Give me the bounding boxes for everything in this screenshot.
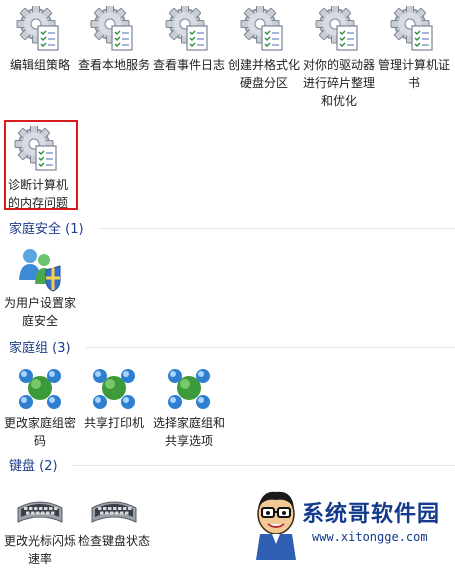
- tile-label: 查看事件日志: [153, 58, 226, 72]
- admin-tools-gear-icon: [240, 4, 288, 54]
- group-header-homegroup[interactable]: 家庭组 (3): [0, 336, 455, 356]
- group-title: 键盘 (2): [9, 459, 58, 474]
- group-header-family-safety[interactable]: 家庭安全 (1): [0, 217, 455, 237]
- admin-tools-gear-icon: [16, 4, 64, 54]
- tile-label: 管理计算机证书: [378, 58, 451, 90]
- tile-label: 检查键盘状态: [78, 534, 151, 548]
- tile-family-safety[interactable]: 为用户设置家庭安全: [4, 244, 76, 330]
- group-title: 家庭组 (3): [9, 341, 71, 356]
- watermark-url: www.xitongge.com: [312, 530, 428, 544]
- tile-view-event-logs[interactable]: 查看事件日志: [153, 4, 226, 74]
- admin-tools-gear-icon: [315, 4, 363, 54]
- tile-defragment-drives[interactable]: 对你的驱动器进行碎片整理和优化: [303, 4, 376, 110]
- tile-label: 选择家庭组和共享选项: [153, 416, 226, 448]
- homegroup-icon: [16, 364, 64, 412]
- tile-label: 更改家庭组密码: [4, 416, 77, 448]
- tile-view-local-services[interactable]: 查看本地服务: [78, 4, 151, 74]
- tile-manage-certificates[interactable]: 管理计算机证书: [378, 4, 451, 92]
- family-safety-icon: [16, 244, 64, 292]
- tile-homegroup-sharing-options[interactable]: 选择家庭组和共享选项: [153, 364, 225, 450]
- homegroup-icon: [90, 364, 138, 412]
- tile-label: 更改光标闪烁速率: [4, 534, 77, 566]
- tile-label: 创建并格式化硬盘分区: [228, 58, 301, 90]
- keyboard-icon: [90, 482, 138, 530]
- homegroup-icon: [165, 364, 213, 412]
- tile-create-format-partitions[interactable]: 创建并格式化硬盘分区: [228, 4, 301, 92]
- tile-label: 为用户设置家庭安全: [4, 296, 77, 328]
- group-divider: [72, 465, 455, 466]
- tile-label: 查看本地服务: [78, 58, 151, 72]
- tile-label: 诊断计算机的内存问题: [8, 178, 69, 210]
- admin-tools-gear-icon: [165, 4, 213, 54]
- tile-cursor-blink-rate[interactable]: 更改光标闪烁速率: [4, 482, 76, 568]
- tile-label: 对你的驱动器进行碎片整理和优化: [303, 58, 376, 108]
- group-header-keyboard[interactable]: 键盘 (2): [0, 454, 455, 474]
- group-divider: [100, 228, 455, 229]
- tile-check-keyboard-status[interactable]: 检查键盘状态: [78, 482, 150, 550]
- admin-tools-gear-icon: [390, 4, 438, 54]
- admin-tools-gear-icon: [90, 4, 138, 54]
- watermark: 系统哥软件园 www.xitongge.com: [252, 486, 455, 560]
- tile-diagnose-memory[interactable]: 诊断计算机的内存问题: [6, 124, 76, 212]
- tile-label: 编辑组策略: [9, 58, 70, 72]
- keyboard-icon: [16, 482, 64, 530]
- admin-tools-gear-icon: [14, 124, 62, 174]
- tile-share-printer[interactable]: 共享打印机: [78, 364, 150, 432]
- group-title: 家庭安全 (1): [9, 222, 84, 237]
- tile-edit-group-policy[interactable]: 编辑组策略: [4, 4, 76, 74]
- mascot-icon: [252, 488, 300, 560]
- tile-change-homegroup-password[interactable]: 更改家庭组密码: [4, 364, 76, 450]
- watermark-title: 系统哥软件园: [302, 502, 441, 527]
- tile-label: 共享打印机: [83, 416, 144, 430]
- admin-tools-row: 编辑组策略 查看本地服务 查看事件日志 创建并格式化硬盘分区 对你的驱动器进行碎…: [0, 0, 455, 110]
- group-divider: [86, 347, 455, 348]
